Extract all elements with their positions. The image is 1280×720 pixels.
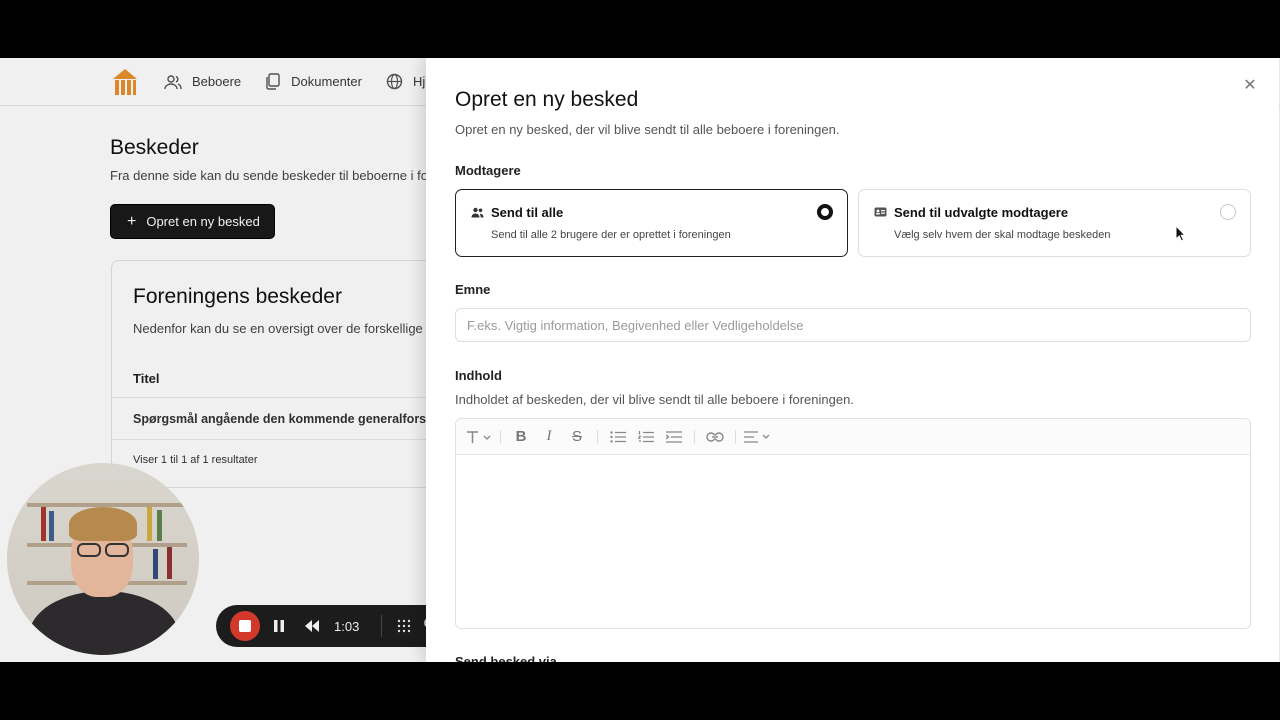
text-type-icon	[467, 430, 491, 443]
drawer-title: Opret en ny besked	[455, 88, 639, 111]
content-help-text: Indholdet af beskeden, der vil blive sen…	[455, 392, 854, 407]
stop-icon	[239, 620, 251, 632]
book	[157, 510, 162, 541]
rewind-icon[interactable]	[304, 619, 320, 633]
book	[49, 511, 54, 541]
radio-selected[interactable]	[817, 204, 833, 220]
radio-unselected[interactable]	[1220, 204, 1236, 220]
grid-dots-icon[interactable]	[396, 618, 412, 634]
book	[167, 547, 172, 579]
divider	[381, 615, 383, 637]
align-dropdown[interactable]	[744, 425, 772, 449]
close-icon[interactable]: ✕	[1242, 78, 1258, 94]
text-style-dropdown[interactable]	[466, 425, 492, 449]
screen: Beboere Dokumenter Hj Beskeder Fra denne…	[0, 58, 1280, 662]
divider	[597, 429, 598, 444]
webcam-bubble[interactable]	[7, 463, 199, 655]
divider	[694, 429, 695, 444]
book	[147, 507, 152, 541]
subject-input[interactable]	[455, 308, 1251, 342]
screen-recorder-controls: 1:03	[216, 605, 456, 647]
contact-card-icon	[874, 207, 887, 217]
recipient-option-all[interactable]: Send til alle Send til alle 2 brugere de…	[455, 189, 848, 257]
bullet-list-icon[interactable]	[606, 425, 630, 449]
editor-toolbar: B I S	[456, 419, 1250, 455]
drawer-subtitle: Opret en ny besked, der vil blive sendt …	[455, 122, 840, 137]
align-icon	[744, 430, 770, 443]
recipient-option-selected[interactable]: Send til udvalgte modtagere Vælg selv hv…	[858, 189, 1251, 257]
divider	[735, 429, 736, 444]
subject-label: Emne	[455, 282, 491, 297]
italic-icon[interactable]: I	[537, 425, 561, 449]
recipient-option-title: Send til alle	[491, 205, 564, 220]
bold-icon[interactable]: B	[509, 425, 533, 449]
stop-recording-button[interactable]	[230, 611, 260, 641]
recipient-option-title: Send til udvalgte modtagere	[894, 205, 1069, 220]
book	[41, 507, 46, 541]
mouse-cursor-icon	[1175, 225, 1187, 242]
person-shirt	[29, 591, 179, 655]
glasses-lens	[105, 543, 129, 557]
numbered-list-icon[interactable]	[634, 425, 658, 449]
pause-icon[interactable]	[272, 619, 286, 633]
indent-icon[interactable]	[662, 425, 686, 449]
divider	[500, 429, 501, 444]
create-message-drawer: ✕ Opret en ny besked Opret en ny besked,…	[426, 58, 1279, 662]
glasses-lens	[77, 543, 101, 557]
rich-text-editor[interactable]: B I S	[455, 418, 1251, 629]
recipient-option-description: Vælg selv hvem der skal modtage beskeden	[894, 229, 1111, 241]
book	[153, 549, 158, 579]
recipient-option-description: Send til alle 2 brugere der er oprettet …	[491, 229, 731, 241]
strikethrough-icon[interactable]: S	[565, 425, 589, 449]
link-icon[interactable]	[703, 425, 727, 449]
recipients-label: Modtagere	[455, 163, 521, 178]
users-icon	[471, 207, 484, 218]
person-hair	[69, 507, 137, 541]
send-via-label: Send besked via	[455, 654, 557, 662]
recording-time: 1:03	[334, 618, 360, 634]
content-label: Indhold	[455, 368, 502, 383]
